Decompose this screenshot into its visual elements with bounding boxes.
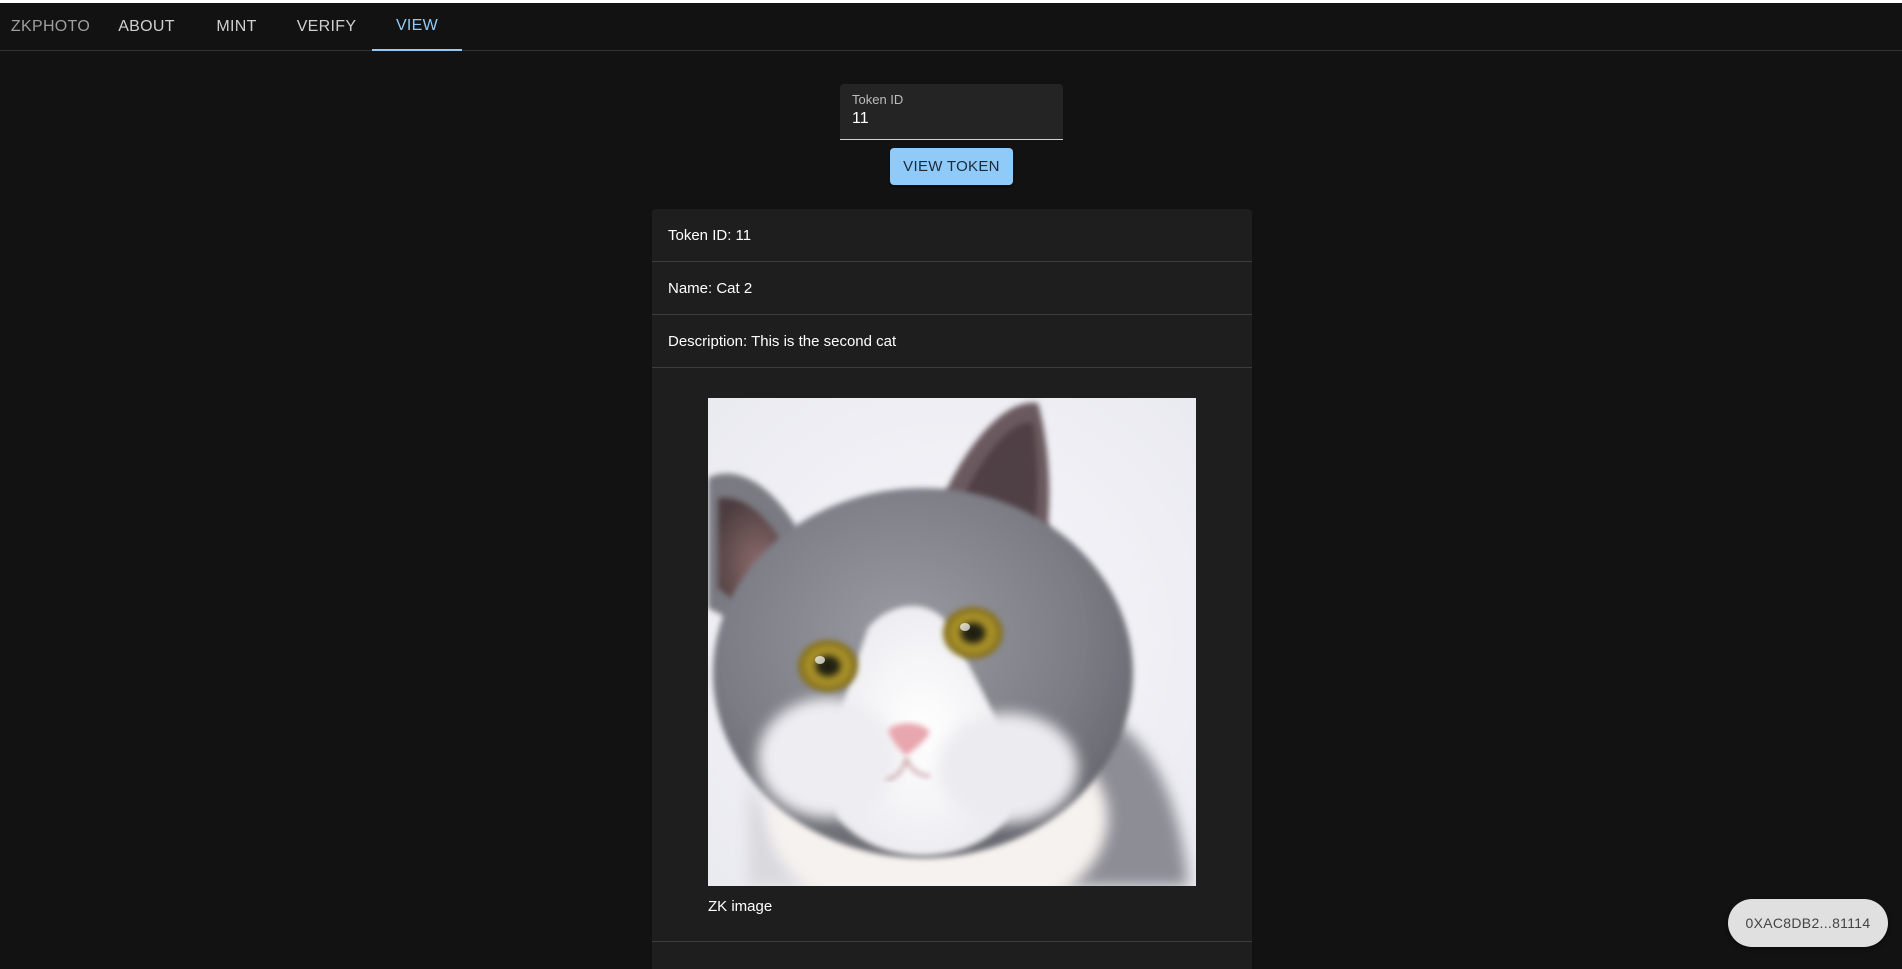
tab-mint[interactable]: MINT — [192, 3, 281, 51]
token-id-row: Token ID: 11 — [652, 209, 1252, 262]
image-caption: ZK image — [708, 898, 773, 915]
token-description-text: Description: This is the second cat — [668, 332, 897, 350]
top-navigation-bar: ZKPHOTO ABOUT MINT VERIFY VIEW — [0, 0, 1902, 51]
token-id-label: Token ID — [852, 92, 904, 107]
tab-about[interactable]: ABOUT — [101, 3, 192, 51]
token-name-row: Name: Cat 2 — [652, 262, 1252, 315]
token-id-text: Token ID: 11 — [668, 226, 752, 244]
token-description-row: Description: This is the second cat — [652, 315, 1252, 368]
brand-logo[interactable]: ZKPHOTO — [0, 3, 101, 51]
token-id-field[interactable]: Token ID — [840, 84, 1063, 140]
token-id-input[interactable] — [852, 110, 1052, 128]
token-image-section: ZK image — [652, 368, 1252, 942]
wallet-address-chip[interactable]: 0XAC8DB2...81114 — [1728, 899, 1888, 947]
cat-photo — [708, 398, 1196, 886]
view-token-button[interactable]: VIEW TOKEN — [890, 148, 1013, 185]
token-name-text: Name: Cat 2 — [668, 279, 753, 297]
tab-verify[interactable]: VERIFY — [281, 3, 372, 51]
token-details-card: Token ID: 11 Name: Cat 2 Description: Th… — [652, 209, 1252, 969]
tab-view[interactable]: VIEW — [372, 3, 462, 51]
